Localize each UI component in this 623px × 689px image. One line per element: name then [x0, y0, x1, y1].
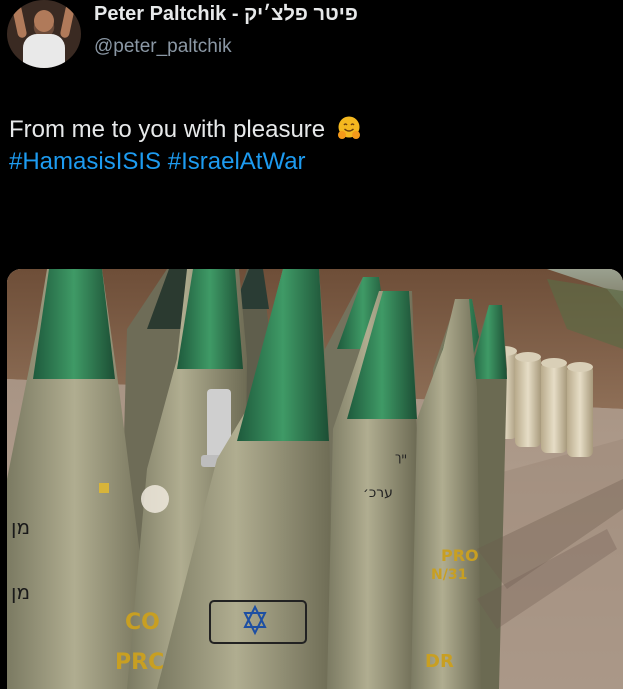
avatar-shirt [23, 34, 65, 68]
shell-marking: DR [425, 651, 454, 672]
shell-marking: מן [11, 580, 30, 604]
shell-marking: PRO [441, 546, 479, 565]
avatar-head [34, 10, 54, 32]
avatar-arm [59, 3, 76, 39]
shell-marking: מן [11, 515, 30, 539]
shell-marking: PRC [115, 650, 164, 675]
display-name[interactable]: Peter Paltchik - פיטר פלצ׳יק [94, 3, 358, 26]
hashtag-hamasisisis[interactable]: #HamasisISIS [9, 148, 161, 175]
tweet-text-body: From me to you with pleasure [9, 116, 326, 143]
tweet: Peter Paltchik - פיטר פלצ׳יק @peter_palt… [0, 0, 623, 689]
avatar[interactable] [7, 0, 81, 68]
hashtag-israelatwar[interactable]: #IsraelAtWar [168, 148, 306, 175]
shell-marking: N/31 [431, 567, 467, 583]
tweet-text: From me to you with pleasure #HamasisISI… [9, 114, 609, 178]
user-handle[interactable]: @peter_paltchik [94, 36, 232, 58]
artillery-shells-photo: מן מן CO PRC ערכ׳ ייך PRO N/31 DR [7, 269, 623, 689]
tweet-photo[interactable]: מן מן CO PRC ערכ׳ ייך PRO N/31 DR [7, 269, 623, 689]
shell-marking: CO [125, 610, 160, 635]
shell-marking: ייך [395, 450, 407, 464]
shell-marking: ערכ׳ [363, 485, 393, 501]
hugging-face-emoji-icon [337, 116, 360, 139]
avatar-arm [11, 3, 28, 39]
